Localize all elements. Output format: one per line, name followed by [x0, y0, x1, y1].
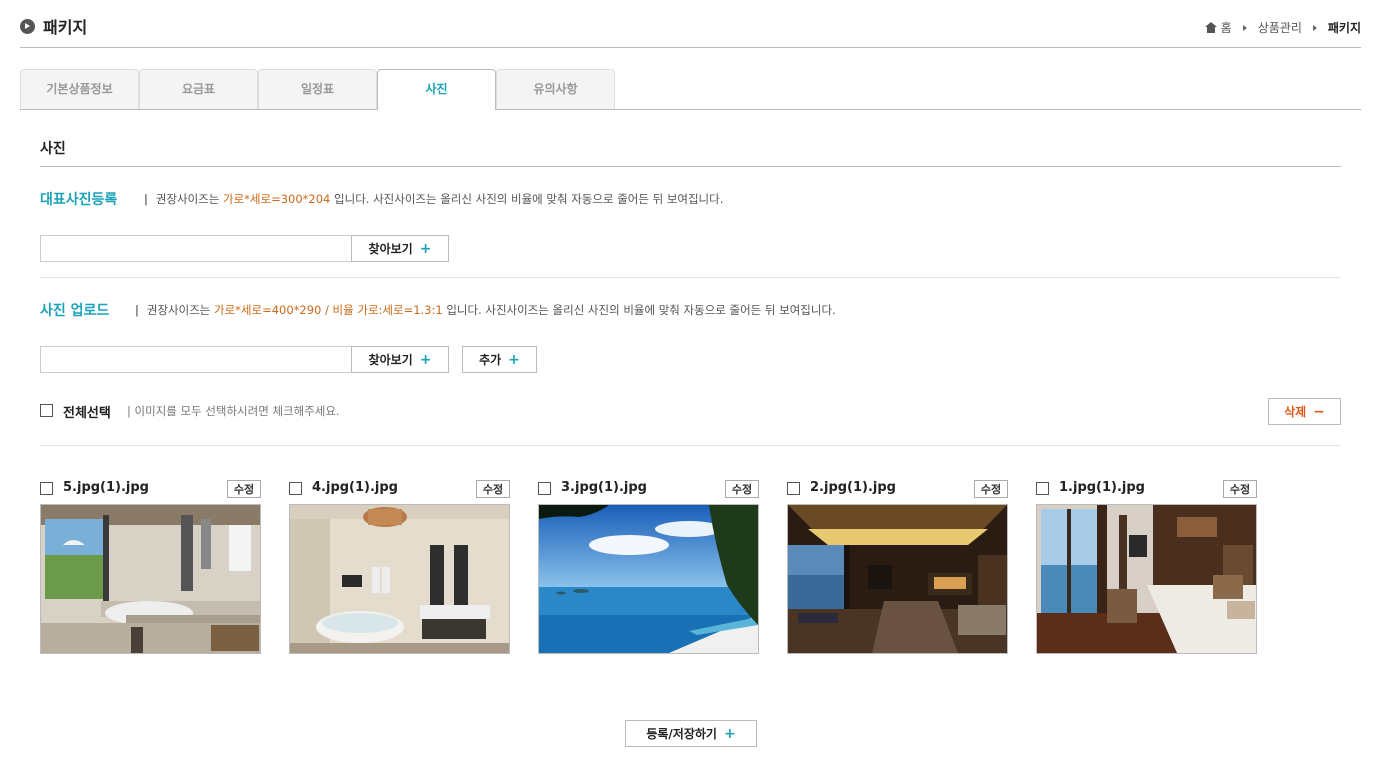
browse-label: 찾아보기 — [368, 353, 413, 367]
plus-icon: + — [508, 351, 520, 368]
bullet-arrow-icon — [20, 19, 35, 34]
breadcrumb-current: 패키지 — [1327, 21, 1361, 35]
section-divider — [40, 166, 1341, 167]
browse-label: 찾아보기 — [368, 242, 413, 256]
photo-thumbnail[interactable] — [40, 504, 261, 654]
bathroom-tub-image — [290, 505, 509, 653]
home-icon — [1204, 22, 1217, 33]
page-title: 패키지 — [43, 18, 88, 37]
main-photo-label: 대표사진등록 — [40, 192, 118, 208]
main-photo-file-field[interactable] — [40, 235, 352, 262]
photo-filename: 5.jpg(1).jpg — [63, 480, 149, 495]
photo-edit-button[interactable]: 수정 — [1223, 480, 1257, 498]
delete-label: 삭제 — [1284, 405, 1307, 419]
photo-thumbnail[interactable] — [289, 504, 510, 654]
divider — [40, 445, 1341, 446]
main-photo-description: | 권장사이즈는 가로*세로=300*204 입니다. 사진사이즈는 올리신 사진… — [144, 192, 724, 206]
minus-icon: − — [1313, 403, 1325, 420]
tab-notes[interactable]: 유의사항 — [496, 69, 615, 109]
breadcrumb-arrow-icon — [1312, 24, 1317, 31]
photo-checkbox[interactable] — [538, 482, 551, 495]
save-button[interactable]: 등록/저장하기 + — [625, 720, 757, 747]
photo-edit-button[interactable]: 수정 — [476, 480, 510, 498]
tab-schedule[interactable]: 일정표 — [258, 69, 377, 109]
photo-upload-description: | 권장사이즈는 가로*세로=400*290 / 비율 가로:세로=1.3:1 입… — [135, 303, 836, 317]
photo-upload-browse-button[interactable]: 찾아보기 + — [351, 346, 449, 373]
photo-filename: 3.jpg(1).jpg — [561, 480, 647, 495]
photo-checkbox[interactable] — [1036, 482, 1049, 495]
photo-checkbox[interactable] — [289, 482, 302, 495]
ocean-view-image — [539, 505, 758, 653]
photo-upload-label: 사진 업로드 — [40, 303, 110, 319]
photo-filename: 2.jpg(1).jpg — [810, 480, 896, 495]
main-photo-browse-button[interactable]: 찾아보기 + — [351, 235, 449, 262]
photo-filename: 1.jpg(1).jpg — [1059, 480, 1145, 495]
breadcrumb-arrow-icon — [1242, 24, 1247, 31]
photo-upload-file-field[interactable] — [40, 346, 352, 373]
breadcrumb-home[interactable]: 홈 — [1221, 19, 1232, 36]
plus-icon: + — [723, 725, 736, 742]
tab-bar: 기본상품정보 요금표 일정표 사진 유의사항 — [20, 69, 1361, 110]
bathroom-pool-image — [41, 505, 260, 653]
breadcrumb: 홈 상품관리 패키지 — [1204, 19, 1361, 36]
breadcrumb-product-management[interactable]: 상품관리 — [1258, 19, 1302, 36]
tab-basic-info[interactable]: 기본상품정보 — [20, 69, 139, 109]
photo-thumbnail[interactable] — [1036, 504, 1257, 654]
select-all-description: | 이미지를 모두 선택하시려면 체크해주세요. — [127, 404, 340, 418]
photo-edit-button[interactable]: 수정 — [974, 480, 1008, 498]
villa-living-image — [788, 505, 1007, 653]
add-label: 추가 — [479, 353, 502, 367]
photo-checkbox[interactable] — [40, 482, 53, 495]
photo-thumbnail[interactable] — [787, 504, 1008, 654]
photo-edit-button[interactable]: 수정 — [725, 480, 759, 498]
tab-photos[interactable]: 사진 — [377, 69, 496, 110]
villa-bedroom-image — [1037, 505, 1256, 653]
plus-icon: + — [419, 240, 432, 257]
save-label: 등록/저장하기 — [646, 727, 717, 741]
select-all-checkbox[interactable] — [40, 404, 53, 417]
photo-edit-button[interactable]: 수정 — [227, 480, 261, 498]
divider — [40, 277, 1341, 278]
select-all-label: 전체선택 — [63, 406, 111, 421]
photo-thumbnail[interactable] — [538, 504, 759, 654]
plus-icon: + — [419, 351, 432, 368]
photo-filename: 4.jpg(1).jpg — [312, 480, 398, 495]
page-header: 패키지 홈 상품관리 패키지 — [20, 0, 1361, 48]
section-title: 사진 — [40, 141, 66, 157]
add-photo-button[interactable]: 추가 + — [462, 346, 537, 373]
delete-button[interactable]: 삭제 − — [1268, 398, 1341, 425]
photo-checkbox[interactable] — [787, 482, 800, 495]
tab-rates[interactable]: 요금표 — [139, 69, 258, 109]
